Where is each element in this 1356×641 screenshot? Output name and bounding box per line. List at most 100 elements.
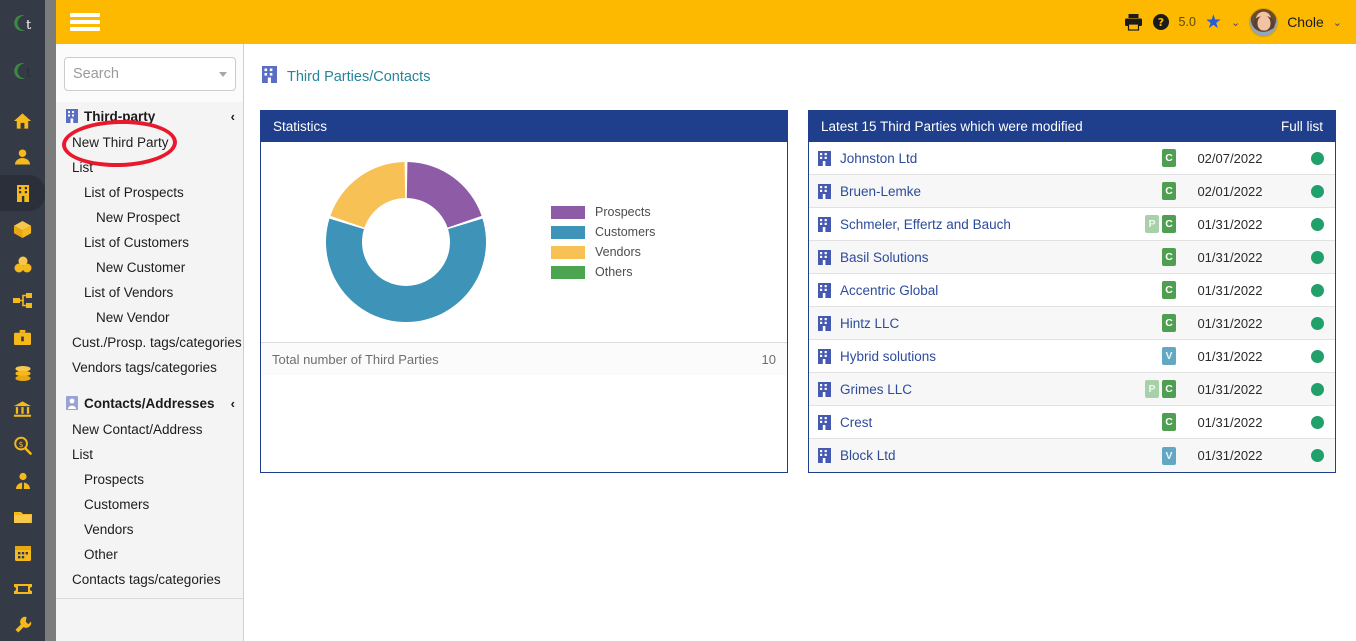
table-row[interactable]: Grimes LLC P C 01/31/2022 — [809, 373, 1335, 406]
bookmark-chevron-down-icon[interactable]: ⌄ — [1231, 16, 1240, 29]
hr-icon[interactable] — [0, 463, 45, 499]
donut-slice-vendors[interactable] — [330, 162, 406, 228]
table-row[interactable]: Hybrid solutions V 01/31/2022 — [809, 340, 1335, 373]
help-circle-icon[interactable]: ? — [1152, 13, 1170, 31]
table-row[interactable]: Bruen-Lemke C 02/01/2022 — [809, 175, 1335, 208]
hamburger-icon[interactable] — [70, 11, 100, 33]
sidebar-item-new-third-party[interactable]: New Third Party — [56, 130, 243, 155]
sidebar-item-contacts-other[interactable]: Other — [56, 542, 243, 567]
sidebar-item-list-of-vendors[interactable]: List of Vendors — [56, 280, 243, 305]
status-badge: C — [1162, 314, 1176, 332]
left-menu-panel: Search Third-party ‹ New Third Party Lis… — [56, 44, 244, 641]
statistics-card: Statistics Prospects Customers Vendors O… — [260, 110, 788, 473]
status-badge: C — [1162, 248, 1176, 266]
status-dot — [1284, 449, 1324, 462]
third-party-name-link[interactable]: Basil Solutions — [840, 250, 1098, 265]
legend-item: Prospects — [551, 205, 655, 219]
sidebar-item-vendors-tags[interactable]: Vendors tags/categories — [56, 355, 243, 380]
building-icon — [66, 109, 78, 123]
building-icon — [262, 66, 277, 88]
sidebar-section-contacts-addresses[interactable]: Contacts/Addresses ‹ — [56, 389, 243, 417]
table-row[interactable]: Crest C 01/31/2022 — [809, 406, 1335, 439]
avatar[interactable] — [1249, 7, 1279, 37]
wrench-icon[interactable] — [0, 607, 45, 641]
menu-items: Third-party ‹ New Third Party List List … — [56, 102, 243, 641]
donut-chart — [261, 158, 551, 326]
sidebar-item-contacts-customers[interactable]: Customers — [56, 492, 243, 517]
sidebar-item-list-of-customers[interactable]: List of Customers — [56, 230, 243, 255]
status-badge: P — [1145, 215, 1159, 233]
search-input[interactable]: Search — [64, 57, 236, 91]
table-row[interactable]: Accentric Global C 01/31/2022 — [809, 274, 1335, 307]
donut-slice-customers[interactable] — [326, 218, 486, 322]
project-icon[interactable] — [0, 283, 45, 319]
sidebar-item-contacts-vendors[interactable]: Vendors — [56, 517, 243, 542]
status-dot — [1284, 283, 1324, 297]
third-party-name-link[interactable]: Accentric Global — [840, 283, 1098, 298]
dolibarr-logo-icon[interactable]: t — [0, 0, 45, 45]
printer-icon[interactable] — [1124, 13, 1143, 31]
sidebar-item-contacts-prospects[interactable]: Prospects — [56, 467, 243, 492]
svg-text:?: ? — [1157, 16, 1163, 29]
caret-down-icon[interactable] — [219, 71, 227, 77]
full-list-link[interactable]: Full list — [1281, 119, 1323, 134]
coins-icon[interactable] — [0, 355, 45, 391]
bank-icon[interactable] — [0, 391, 45, 427]
folder-icon[interactable] — [0, 499, 45, 535]
table-row[interactable]: Johnston Ltd C 02/07/2022 — [809, 142, 1335, 175]
sidebar-item-list[interactable]: List — [56, 155, 243, 180]
third-party-name-link[interactable]: Schmeler, Effertz and Bauch — [840, 217, 1098, 232]
box-icon[interactable] — [0, 211, 45, 247]
table-row[interactable]: Block Ltd V 01/31/2022 — [809, 439, 1335, 472]
sidebar-item-new-vendor[interactable]: New Vendor — [56, 305, 243, 330]
building-icon[interactable] — [0, 175, 45, 211]
sidebar-section-third-party[interactable]: Third-party ‹ — [56, 102, 243, 130]
third-party-name-link[interactable]: Bruen-Lemke — [840, 184, 1098, 199]
sidebar-item-new-contact-address[interactable]: New Contact/Address — [56, 417, 243, 442]
donut-slice-prospects[interactable] — [406, 162, 482, 228]
status-dot — [1284, 184, 1324, 198]
sidebar-item-list-of-prospects[interactable]: List of Prospects — [56, 180, 243, 205]
page-title[interactable]: Third Parties/Contacts — [287, 69, 430, 85]
type-badges: C — [1098, 182, 1176, 200]
chevron-left-icon[interactable]: ‹ — [231, 396, 235, 411]
latest-title-label: Latest 15 Third Parties which were modif… — [821, 119, 1083, 134]
third-party-name-link[interactable]: Crest — [840, 415, 1098, 430]
third-party-name-link[interactable]: Grimes LLC — [840, 382, 1098, 397]
sidebar-item-contacts-list[interactable]: List — [56, 442, 243, 467]
third-party-name-link[interactable]: Johnston Ltd — [840, 151, 1098, 166]
sidebar-item-cust-prosp-tags[interactable]: Cust./Prosp. tags/categories — [56, 330, 243, 355]
user-chevron-down-icon[interactable]: ⌄ — [1333, 16, 1342, 29]
money-search-icon[interactable]: $ — [0, 427, 45, 463]
third-party-name-link[interactable]: Hybrid solutions — [840, 349, 1098, 364]
third-party-name-link[interactable]: Hintz LLC — [840, 316, 1098, 331]
briefcase-icon[interactable] — [0, 319, 45, 355]
latest-rows: Johnston Ltd C 02/07/2022 Bruen-Lemke C 02/01… — [809, 142, 1335, 472]
table-row[interactable]: Schmeler, Effertz and Bauch P C 01/31/2022 — [809, 208, 1335, 241]
sidebar-item-contacts-tags[interactable]: Contacts tags/categories — [56, 567, 243, 592]
star-icon[interactable]: ★ — [1205, 13, 1222, 32]
top-bar-actions: ? 5.0 ★ ⌄ Chole ⌄ — [1124, 7, 1356, 37]
sidebar-item-new-customer[interactable]: New Customer — [56, 255, 243, 280]
table-row[interactable]: Hintz LLC C 01/31/2022 — [809, 307, 1335, 340]
sidebar-item-new-prospect[interactable]: New Prospect — [56, 205, 243, 230]
type-badges: PC — [1098, 380, 1176, 398]
building-icon — [818, 448, 840, 463]
table-row[interactable]: Basil Solutions C 01/31/2022 — [809, 241, 1335, 274]
home-icon[interactable] — [0, 103, 45, 139]
user-icon[interactable] — [0, 139, 45, 175]
building-icon — [818, 249, 840, 265]
main-content: Third Parties/Contacts Statistics Prospe… — [245, 44, 1356, 641]
ticket-icon[interactable] — [0, 571, 45, 607]
stock-icon[interactable] — [0, 247, 45, 283]
chart-legend: Prospects Customers Vendors Others — [551, 205, 655, 279]
latest-card-title: Latest 15 Third Parties which were modif… — [809, 111, 1335, 142]
status-badge: V — [1162, 446, 1176, 465]
third-party-name-link[interactable]: Block Ltd — [840, 448, 1098, 463]
type-badges: C — [1098, 149, 1176, 167]
dolibarr-logo-secondary-icon[interactable]: t — [0, 45, 45, 97]
chevron-left-icon[interactable]: ‹ — [231, 109, 235, 124]
calendar-icon[interactable] — [0, 535, 45, 571]
breadcrumb: Third Parties/Contacts — [245, 44, 1356, 88]
username-label[interactable]: Chole — [1287, 14, 1324, 30]
